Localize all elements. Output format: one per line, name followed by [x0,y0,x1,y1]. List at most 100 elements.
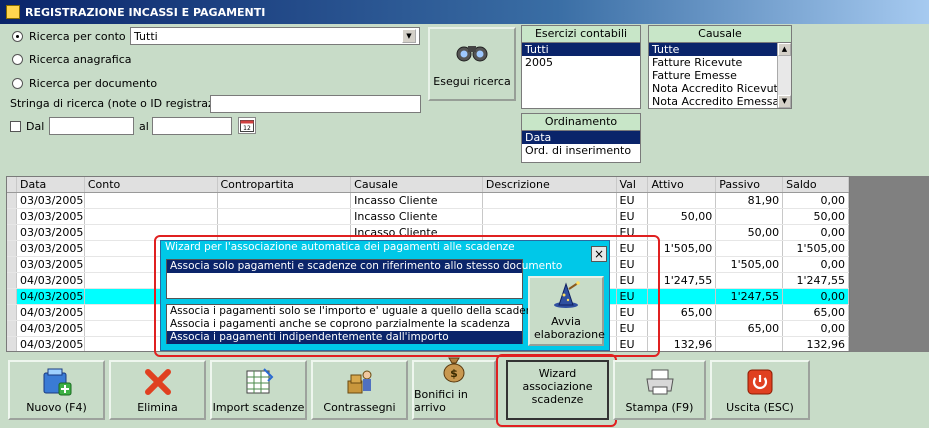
table-cell [716,273,784,288]
run-search-button[interactable]: Esegui ricerca [428,27,516,101]
table-cell: 50,00 [648,209,717,224]
table-cell: 65,00 [783,305,849,320]
date-to-input[interactable] [152,117,232,135]
window-title: REGISTRAZIONE INCASSI E PAGAMENTI [25,5,266,19]
table-cell: 03/03/2005 [17,257,85,272]
printer-icon [644,367,676,397]
table-cell [218,193,352,208]
table-cell: 04/03/2005 [17,321,85,336]
table-cell: 50,00 [783,209,849,224]
row-selector[interactable] [7,225,17,240]
exit-button[interactable]: Uscita (ESC) [710,360,810,420]
column-header[interactable]: Passivo [716,177,784,192]
table-cell: 04/03/2005 [17,337,85,351]
table-cell: 0,00 [783,225,849,240]
power-icon [744,367,776,397]
svg-text:12: 12 [243,125,251,132]
list-item[interactable]: Fatture Emesse [649,69,777,82]
column-header[interactable]: Descrizione [483,177,617,192]
radio-by-document[interactable]: Ricerca per documento [12,77,157,90]
table-cell: 03/03/2005 [17,209,85,224]
list-item[interactable]: Fatture Ricevute [649,56,777,69]
table-cell: EU [617,209,649,224]
table-cell [716,305,784,320]
list-item[interactable]: Tutte [649,43,777,56]
column-header[interactable]: Data [17,177,85,192]
table-cell: Incasso Cliente [351,209,483,224]
scroll-down-icon[interactable]: ▼ [778,95,791,108]
table-cell [483,209,617,224]
row-selector[interactable] [7,305,17,320]
row-selector[interactable] [7,241,17,256]
column-header[interactable]: Conto [85,177,218,192]
checkbox-icon[interactable] [10,121,21,132]
radio-icon[interactable] [12,78,23,89]
radio-icon[interactable] [12,54,23,65]
list-item[interactable]: Ord. di inserimento [522,144,640,157]
delivery-icon [344,367,376,397]
incoming-transfers-button[interactable]: $ Bonifici in arrivo [412,357,496,420]
list-item[interactable]: 2005 [522,56,640,69]
causale-list[interactable]: Causale Tutte Fatture Ricevute Fatture E… [648,25,792,109]
scroll-up-icon[interactable]: ▲ [778,43,791,56]
table-cell: 04/03/2005 [17,289,85,304]
radio-icon[interactable] [12,31,23,42]
delete-button[interactable]: Elimina [109,360,206,420]
column-header[interactable]: Contropartita [218,177,352,192]
date-from-input[interactable] [49,117,134,135]
ordering-list[interactable]: Ordinamento Data Ord. di inserimento [521,113,641,163]
row-selector[interactable] [7,289,17,304]
table-row[interactable]: 03/03/2005 Incasso Cliente EU 50,00 50,00 [7,209,849,225]
column-header[interactable]: Causale [351,177,483,192]
table-cell: 50,00 [716,225,784,240]
chevron-down-icon[interactable]: ▼ [402,29,416,43]
scrollbar[interactable]: ▲ ▼ [777,43,791,108]
row-selector[interactable] [7,321,17,336]
table-cell [218,209,352,224]
grid-header: Data Conto Contropartita Causale Descriz… [7,177,849,193]
table-cell: 04/03/2005 [17,273,85,288]
list-item[interactable]: Tutti [522,43,640,56]
money-bag-icon: $ [438,354,470,384]
column-header[interactable]: Val [617,177,649,192]
row-selector[interactable] [7,193,17,208]
row-selector[interactable] [7,337,17,351]
table-cell: 81,90 [716,193,784,208]
date-to-label: al [139,120,149,133]
table-cell [85,209,218,224]
radio-by-registry[interactable]: Ricerca anagrafica [12,53,132,66]
table-row[interactable]: 03/03/2005 Incasso Cliente EU 81,90 0,00 [7,193,849,209]
row-selector[interactable] [7,273,17,288]
column-header[interactable]: Attivo [648,177,717,192]
table-cell: Incasso Cliente [351,193,483,208]
search-string-input[interactable] [210,95,421,113]
table-cell: 03/03/2005 [17,225,85,240]
list-item[interactable]: Nota Accredito Emessa [649,95,777,108]
table-cell: 132,96 [783,337,849,351]
calendar-icon[interactable]: 12 [238,117,256,134]
account-select[interactable]: Tutti ▼ [130,27,420,45]
table-cell: 03/03/2005 [17,193,85,208]
table-cell: 0,00 [783,289,849,304]
table-cell: 1'505,00 [716,257,784,272]
table-cell [648,193,717,208]
list-item[interactable]: Nota Accredito Ricevuta [649,82,777,95]
binoculars-icon [456,40,488,65]
table-cell: EU [617,193,649,208]
radio-by-account[interactable]: Ricerca per conto [12,30,126,43]
row-selector[interactable] [7,257,17,272]
date-filter-check[interactable]: Dal [10,120,44,133]
import-sheet-icon [243,367,275,397]
cod-button[interactable]: Contrassegni [311,360,408,420]
list-item[interactable]: Data [522,131,640,144]
fiscal-years-list[interactable]: Esercizi contabili Tutti 2005 [521,25,641,109]
svg-text:$: $ [450,367,458,380]
table-cell: 65,00 [716,321,784,336]
import-deadlines-button[interactable]: Import scadenze [210,360,307,420]
new-button[interactable]: Nuovo (F4) [8,360,105,420]
causale-header: Causale [649,26,791,43]
table-cell [483,193,617,208]
row-selector[interactable] [7,209,17,224]
column-header[interactable]: Saldo [783,177,849,192]
print-button[interactable]: Stampa (F9) [613,360,706,420]
